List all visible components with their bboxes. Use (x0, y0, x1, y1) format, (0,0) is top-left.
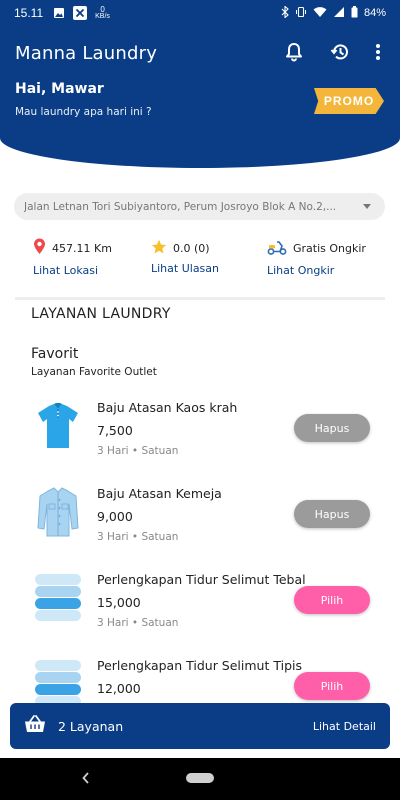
vibrate-icon (295, 6, 307, 21)
cart-summary-bar[interactable]: 2 Layanan Lihat Detail (10, 703, 390, 749)
view-reviews-link[interactable]: Lihat Ulasan (151, 262, 219, 275)
rating-info: 0.0 (0) Lihat Ulasan (151, 238, 219, 275)
item-meta: 3 Hari • Satuan (97, 617, 179, 629)
location-pin-icon (33, 238, 46, 258)
shipping-info: Gratis Ongkir Lihat Ongkir (267, 238, 366, 277)
shipping-value: Gratis Ongkir (293, 241, 366, 255)
cart-count: 2 Layanan (58, 718, 124, 734)
promo-badge[interactable]: PROMO (314, 88, 384, 114)
history-button[interactable] (326, 40, 354, 68)
bell-icon (285, 42, 303, 66)
select-button[interactable]: Pilih (294, 672, 370, 700)
view-shipping-link[interactable]: Lihat Ongkir (267, 264, 366, 277)
basket-icon (24, 715, 46, 737)
speed-unit: KB/s (95, 13, 110, 20)
app-title: Manna Laundry (15, 43, 158, 64)
star-icon (151, 239, 167, 258)
remove-button[interactable]: Hapus (294, 414, 370, 442)
blanket-stack-icon (32, 572, 84, 624)
address-text: Jalan Letnan Tori Subiyantoro, Perum Jos… (24, 200, 337, 213)
caret-down-icon (363, 204, 371, 209)
item-price: 7,500 (97, 423, 133, 438)
favorite-subtitle: Layanan Favorite Outlet (31, 366, 157, 378)
back-icon[interactable] (80, 770, 92, 790)
item-meta: 3 Hari • Satuan (97, 445, 179, 457)
remove-button[interactable]: Hapus (294, 500, 370, 528)
item-price: 9,000 (97, 509, 133, 524)
view-detail-link[interactable]: Lihat Detail (313, 720, 376, 733)
view-location-link[interactable]: Lihat Lokasi (33, 264, 112, 277)
status-time: 15.11 (14, 6, 44, 20)
speed-value: 0 (100, 5, 105, 14)
section-divider (15, 297, 385, 300)
item-meta: 3 Hari • Satuan (97, 531, 179, 543)
item-name: Baju Atasan Kaos krah (97, 400, 238, 415)
distance-value: 457.11 Km (52, 241, 112, 255)
item-name: Baju Atasan Kemeja (97, 486, 222, 501)
list-item: Baju Atasan Kaos krah 7,500 3 Hari • Sat… (0, 400, 400, 480)
list-item: Baju Atasan Kemeja 9,000 3 Hari • Satuan… (0, 486, 400, 566)
item-price: 15,000 (97, 595, 141, 610)
notification-button[interactable] (280, 40, 308, 68)
polo-shirt-icon (32, 400, 84, 452)
address-selector[interactable]: Jalan Letnan Tori Subiyantoro, Perum Jos… (14, 193, 385, 220)
app-header: Manna Laundry Hai, Mawar Mau laundry apa… (0, 26, 400, 168)
home-pill-icon[interactable] (186, 773, 214, 783)
dress-shirt-icon (32, 486, 84, 538)
greeting-subtitle: Mau laundry apa hari ini ? (15, 106, 152, 118)
distance-info: 457.11 Km Lihat Lokasi (33, 238, 112, 277)
battery-icon (351, 5, 358, 21)
system-nav-bar (0, 758, 400, 800)
image-icon (53, 7, 65, 19)
x-icon (73, 6, 88, 20)
section-title: LAYANAN LAUNDRY (31, 306, 171, 322)
greeting: Hai, Mawar (15, 81, 104, 97)
favorite-title: Favorit (31, 346, 79, 362)
item-name: Perlengkapan Tidur Selimut Tebal (97, 572, 306, 587)
status-bar: 15.11 0 KB/s 84% (0, 0, 400, 26)
bluetooth-icon (281, 4, 289, 21)
scooter-icon (267, 239, 287, 258)
signal-icon (333, 6, 345, 21)
list-item: Perlengkapan Tidur Selimut Tebal 15,000 … (0, 572, 400, 652)
history-icon (330, 42, 350, 66)
select-button[interactable]: Pilih (294, 586, 370, 614)
network-speed: 0 KB/s (95, 5, 110, 21)
more-options-button[interactable] (364, 40, 392, 68)
more-vert-icon (375, 43, 381, 65)
item-price: 12,000 (97, 681, 141, 696)
rating-value: 0.0 (0) (173, 241, 210, 255)
battery-percent: 84% (363, 7, 386, 19)
wifi-icon (313, 6, 327, 21)
item-name: Perlengkapan Tidur Selimut Tipis (97, 658, 302, 673)
